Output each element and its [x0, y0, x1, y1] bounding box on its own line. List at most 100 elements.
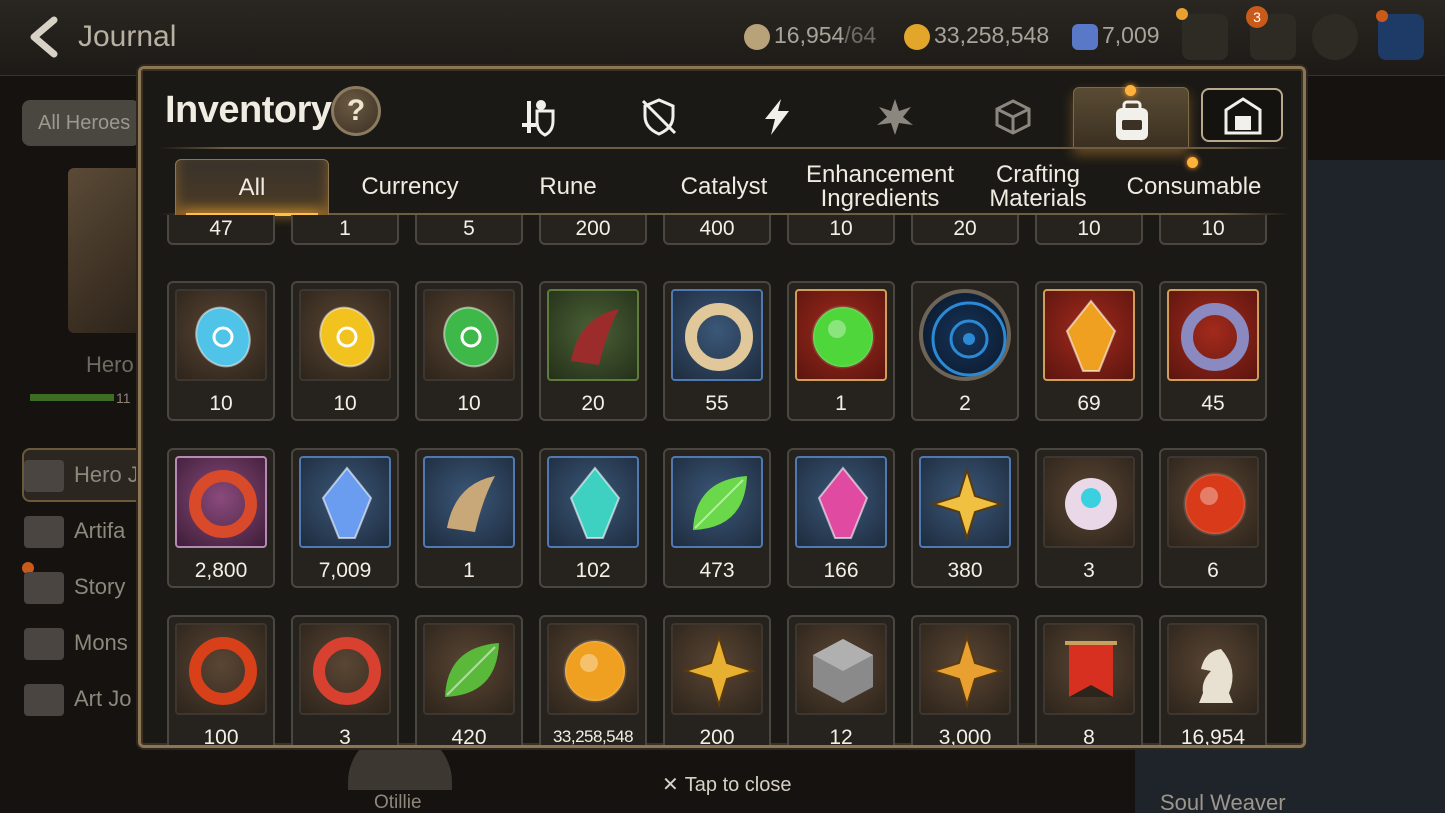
no-artifact-icon — [641, 98, 677, 136]
inventory-slot[interactable]: 20 — [911, 215, 1019, 245]
subtab-catalyst[interactable]: Catalyst — [647, 159, 801, 215]
gold-coin-icon — [904, 23, 930, 50]
inventory-slot[interactable]: 400 — [663, 215, 771, 245]
subtab-rune[interactable]: Rune — [491, 159, 645, 215]
backpack-notify-dot — [1125, 85, 1136, 96]
item-quantity: 10 — [1201, 217, 1225, 240]
subtab-crafting-materials[interactable]: Crafting Materials — [961, 159, 1115, 215]
inventory-slot[interactable]: 3 — [1035, 448, 1143, 588]
inventory-slot[interactable]: 69 — [1035, 281, 1143, 421]
shop-button[interactable] — [1182, 14, 1228, 60]
inventory-slot[interactable]: 102 — [539, 448, 647, 588]
item-quantity: 1 — [835, 392, 847, 415]
inventory-slot[interactable]: 166 — [787, 448, 895, 588]
item-art — [299, 456, 391, 548]
item-art — [1167, 456, 1259, 548]
item-quantity: 33,258,548 — [552, 727, 634, 745]
inventory-slot[interactable]: 473 — [663, 448, 771, 588]
inventory-slot[interactable]: 200 — [663, 615, 771, 745]
tab-artifact[interactable] — [619, 87, 699, 147]
item-art — [299, 289, 391, 381]
fist-badge-icon — [929, 633, 1005, 709]
tab-hero-equipment[interactable] — [499, 87, 579, 147]
tab-cube[interactable] — [973, 87, 1053, 147]
chat-button[interactable] — [1312, 14, 1358, 60]
stamina-icon — [744, 23, 770, 50]
red-charm-icon — [189, 470, 257, 538]
inventory-slot[interactable]: 10 — [1159, 215, 1267, 245]
progress-number: 11 — [116, 390, 131, 406]
item-quantity: 3,000 — [938, 726, 992, 745]
inventory-slot[interactable]: 3,000 — [911, 615, 1019, 745]
pink-crystal-icon — [817, 466, 869, 539]
menu-item-monster[interactable]: Mons — [24, 628, 128, 660]
lightning-icon — [24, 516, 64, 548]
inventory-slot[interactable]: 6 — [1159, 448, 1267, 588]
item-quantity: 69 — [1077, 392, 1101, 415]
inventory-slot[interactable]: 1 — [291, 215, 399, 245]
item-quantity: 473 — [699, 559, 735, 582]
item-art — [299, 623, 391, 715]
tab-backpack[interactable] — [1073, 87, 1189, 149]
consumable-notify-dot — [1187, 157, 1198, 168]
menu-item-story[interactable]: Story — [24, 572, 125, 604]
inventory-slot[interactable]: 8 — [1035, 615, 1143, 745]
item-art — [423, 456, 515, 548]
inventory-slot[interactable]: 200 — [539, 215, 647, 245]
inventory-slot[interactable]: 10 — [787, 215, 895, 245]
inventory-slot[interactable]: 20 — [539, 281, 647, 421]
stone-block-icon — [813, 639, 873, 703]
inventory-slot[interactable]: 380 — [911, 448, 1019, 588]
burst-icon — [877, 99, 913, 135]
all-heroes-tab[interactable]: All Heroes — [22, 100, 140, 146]
inventory-slot[interactable]: 420 — [415, 615, 523, 745]
item-art — [1167, 289, 1259, 381]
inventory-slot[interactable]: 45 — [1159, 281, 1267, 421]
inventory-slot[interactable]: 7,009 — [291, 448, 399, 588]
inventory-slot[interactable]: 5 — [415, 215, 523, 245]
menu-item-hero-journal[interactable]: Hero J — [24, 460, 139, 492]
inventory-slot[interactable]: 55 — [663, 281, 771, 421]
tab-skill[interactable] — [737, 87, 817, 147]
inventory-slot[interactable]: 100 — [167, 615, 275, 745]
item-art — [795, 623, 887, 715]
item-quantity: 200 — [575, 217, 611, 240]
stamina-resource: 16,954/64 — [744, 22, 876, 50]
subtab-enhancement-ingredients[interactable]: Enhancement Ingredients — [803, 159, 957, 215]
inventory-slot[interactable]: 10 — [291, 281, 399, 421]
item-quantity: 10 — [829, 217, 853, 240]
menu-item-artifact[interactable]: Artifa — [24, 516, 125, 548]
tap-to-close-label: Tap to close — [684, 774, 792, 796]
tab-storage[interactable] — [1201, 88, 1283, 142]
inventory-slot[interactable]: 2 — [911, 281, 1019, 421]
menu-item-art-journal[interactable]: Art Jo — [24, 684, 131, 716]
item-quantity: 20 — [953, 217, 977, 240]
inventory-slot[interactable]: 16,954 — [1159, 615, 1267, 745]
subtab-currency[interactable]: Currency — [333, 159, 487, 215]
cube-icon — [995, 99, 1031, 135]
inventory-slot[interactable]: 10 — [415, 281, 523, 421]
scroll-icon — [24, 572, 64, 604]
inventory-slot[interactable]: 33,258,548 — [539, 615, 647, 745]
subtab-all[interactable]: All — [175, 159, 329, 216]
journal-book-image — [68, 168, 148, 333]
knight-piece-icon — [1199, 649, 1233, 703]
inventory-slot[interactable]: 10 — [1035, 215, 1143, 245]
monster-icon — [24, 628, 64, 660]
inventory-slot[interactable]: 3 — [291, 615, 399, 745]
help-button[interactable]: ? — [331, 86, 381, 136]
inventory-slot[interactable]: 1 — [415, 448, 523, 588]
mail-badge: 3 — [1246, 6, 1268, 28]
inventory-slot[interactable]: 10 — [167, 281, 275, 421]
tap-to-close[interactable]: ✕ Tap to close — [662, 772, 792, 797]
inventory-slot[interactable]: 1 — [787, 281, 895, 421]
top-bar — [0, 0, 1445, 76]
inventory-slot[interactable]: 47 — [167, 215, 275, 245]
back-arrow-icon[interactable] — [22, 14, 68, 60]
star-compass-icon — [929, 466, 1005, 542]
inventory-slot[interactable]: 2,800 — [167, 448, 275, 588]
teal-crystal-icon — [569, 466, 621, 539]
tab-burst[interactable] — [855, 87, 935, 147]
amulet-icon — [1181, 303, 1249, 371]
inventory-slot[interactable]: 12 — [787, 615, 895, 745]
